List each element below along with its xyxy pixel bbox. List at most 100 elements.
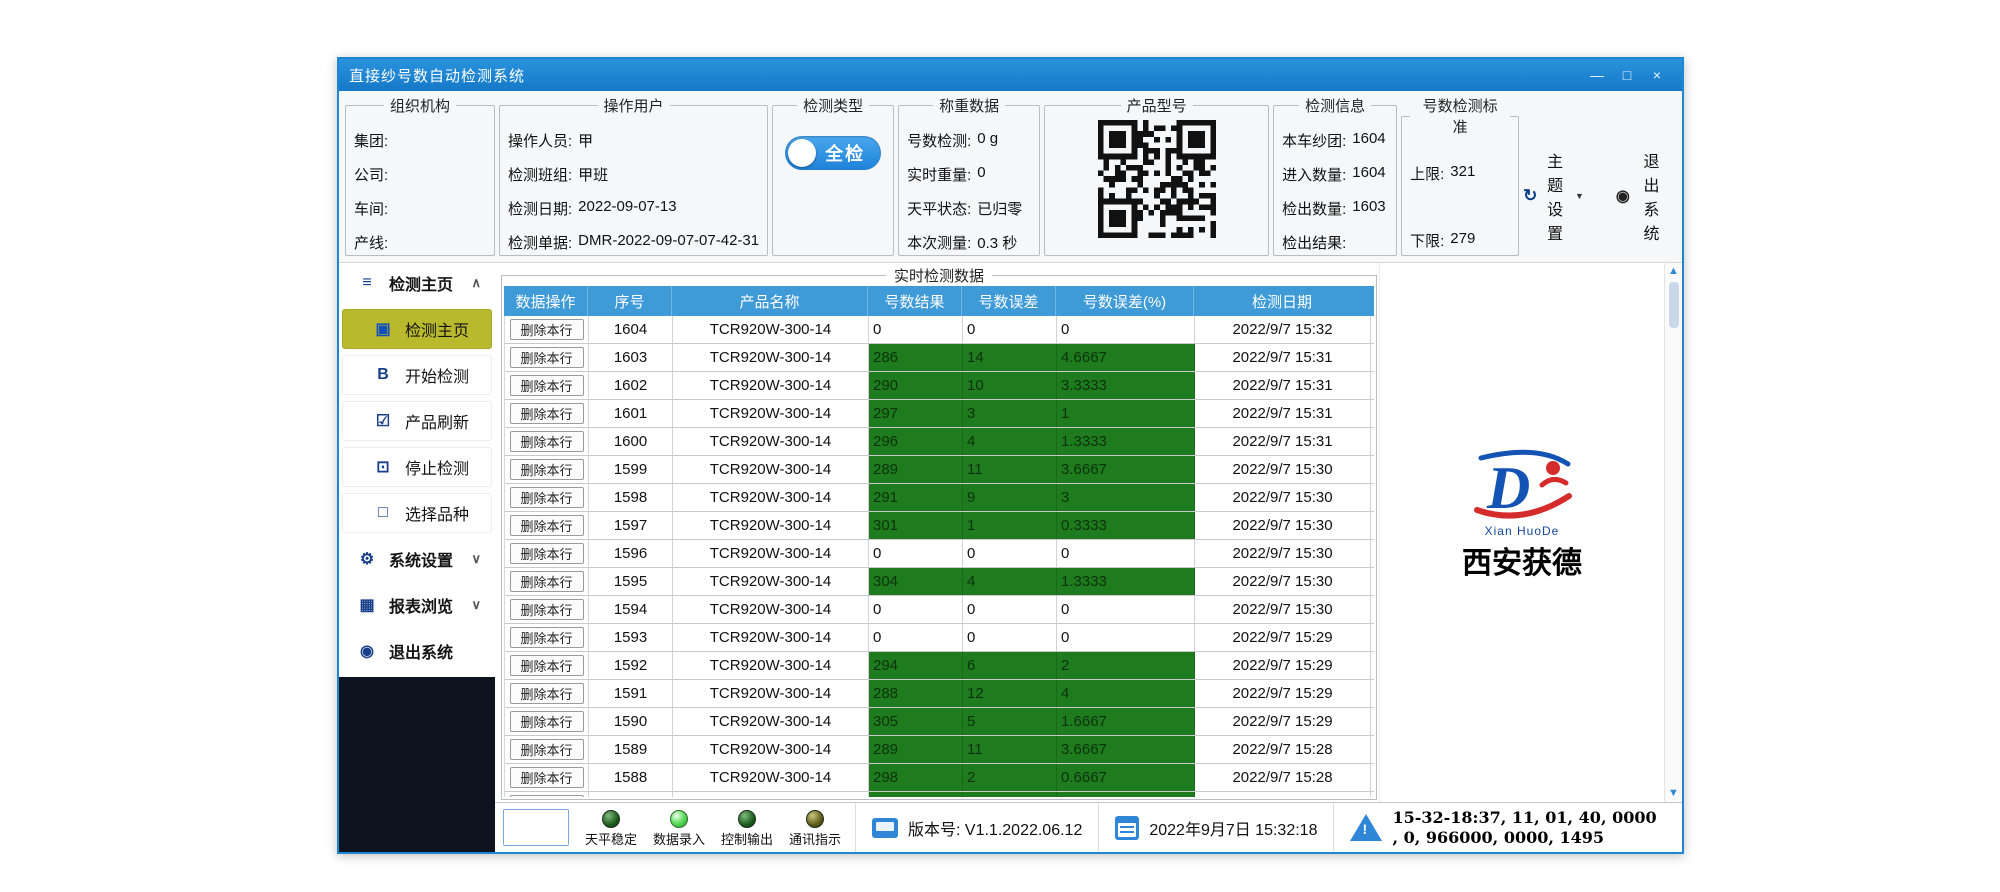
minimize-button[interactable]: — [1582, 67, 1612, 83]
delete-row-button[interactable]: 删除本行 [510, 375, 584, 396]
exit-system-button[interactable]: ◉ 退出系统 [1616, 148, 1666, 244]
cell-date: 2022/9/7 15:30 [1195, 540, 1371, 567]
table-row: 删除本行1596TCR920W-300-140002022/9/7 15:30 [505, 540, 1374, 568]
cell-result [869, 792, 963, 797]
delete-row-button[interactable]: 删除本行 [510, 515, 584, 536]
delete-row-button[interactable]: 删除本行 [510, 655, 584, 676]
field-row: 车间: [354, 198, 486, 219]
delete-row-button[interactable]: 删除本行 [510, 403, 584, 424]
cell-error: 0 [963, 316, 1057, 343]
chevron-up-icon: ∧ [471, 275, 481, 291]
status-input[interactable] [503, 809, 569, 846]
sidebar-item-home[interactable]: ▣检测主页 [342, 309, 492, 349]
cell-name: TCR920W-300-14 [673, 764, 869, 791]
cell-seq: 1589 [589, 736, 673, 763]
version-label: 版本号: [908, 822, 960, 839]
close-button[interactable]: × [1642, 67, 1672, 83]
cell-result: 304 [869, 568, 963, 595]
cell-date: 2022/9/7 15:30 [1195, 568, 1371, 595]
datetime-text: 2022年9月7日 15:32:18 [1149, 816, 1317, 840]
cell-actions: 删除本行 [505, 680, 589, 707]
field-label: 实时重量: [907, 164, 971, 185]
field-label: 号数检测: [907, 130, 971, 151]
cell-actions: 删除本行 [505, 428, 589, 455]
sidebar-item-system-settings[interactable]: ⚙系统设置∨ [342, 539, 492, 579]
delete-row-button[interactable]: 删除本行 [510, 319, 584, 340]
status-message: 15-32-18:37, 11, 01, 40, 0000 , 0, 96600… [1392, 808, 1656, 848]
gear-icon: ⚙ [357, 549, 377, 569]
cell-date: 2022/9/7 15:32 [1195, 316, 1371, 343]
cell-name: TCR920W-300-14 [673, 484, 869, 511]
cell-error: 11 [963, 736, 1057, 763]
delete-row-button[interactable]: 删除本行 [510, 599, 584, 620]
cell-error: 4 [963, 568, 1057, 595]
table-title: 实时检测数据 [886, 265, 992, 286]
delete-row-button[interactable]: 删除本行 [510, 739, 584, 760]
delete-row-button[interactable]: 删除本行 [510, 795, 584, 797]
cell-seq: 1592 [589, 652, 673, 679]
cell-error: 4 [963, 428, 1057, 455]
delete-row-button[interactable]: 删除本行 [510, 767, 584, 788]
sidebar-item-exit-system[interactable]: ◉退出系统 [342, 631, 492, 671]
cell-error-pct: 0 [1057, 540, 1195, 567]
cell-actions: 删除本行 [505, 456, 589, 483]
field-row: 公司: [354, 164, 486, 185]
theme-settings-button[interactable]: ↻ 主题设置 ▼ [1523, 148, 1584, 244]
delete-row-button[interactable]: 删除本行 [510, 683, 584, 704]
delete-row-button[interactable]: 删除本行 [510, 627, 584, 648]
led-indicators: 天平稳定数据录入控制输出通讯指示 [579, 803, 855, 852]
field-label: 车间: [354, 198, 388, 219]
sidebar-item-label: 选择品种 [405, 501, 469, 525]
weighing-box-title: 称重数据 [933, 95, 1005, 116]
delete-row-button[interactable]: 删除本行 [510, 543, 584, 564]
operator-box-title: 操作用户 [598, 95, 670, 116]
cell-date: 2022/9/7 15:30 [1195, 596, 1371, 623]
cell-date: 2022/9/7 15:29 [1195, 680, 1371, 707]
field-value: 甲班 [578, 164, 608, 185]
table-row: 删除本行1589TCR920W-300-14289113.66672022/9/… [505, 736, 1374, 764]
sidebar-item-start-detection[interactable]: B开始检测 [342, 355, 492, 395]
cell-result: 0 [869, 624, 963, 651]
cell-error-pct: 1 [1057, 400, 1195, 427]
cell-result: 289 [869, 736, 963, 763]
field-value: 0.3 秒 [977, 232, 1017, 253]
full-check-toggle[interactable]: 全检 [785, 136, 881, 170]
cell-seq: 1596 [589, 540, 673, 567]
delete-row-button[interactable]: 删除本行 [510, 571, 584, 592]
cell-actions: 删除本行 [505, 400, 589, 427]
cell-date: 2022/9/7 15:31 [1195, 428, 1371, 455]
cell-actions: 删除本行 [505, 708, 589, 735]
cell-name: TCR920W-300-14 [673, 568, 869, 595]
delete-row-button[interactable]: 删除本行 [510, 347, 584, 368]
menu-icon: ≡ [357, 274, 377, 292]
sidebar-item-home-group[interactable]: ≡检测主页∧ [342, 263, 492, 303]
sidebar-item-stop-detection[interactable]: ⊡停止检测 [342, 447, 492, 487]
scroll-thumb[interactable] [1669, 282, 1679, 328]
cell-actions: 删除本行 [505, 596, 589, 623]
sidebar-item-product-refresh[interactable]: ☑产品刷新 [342, 401, 492, 441]
cell-name: TCR920W-300-14 [673, 652, 869, 679]
cell-seq: 1597 [589, 512, 673, 539]
cell-error: 11 [963, 456, 1057, 483]
cell-name: TCR920W-300-14 [673, 512, 869, 539]
delete-row-button[interactable]: 删除本行 [510, 431, 584, 452]
led-control-output: 控制输出 [717, 810, 777, 848]
scroll-down-icon[interactable]: ▼ [1668, 788, 1679, 799]
maximize-button[interactable]: □ [1612, 67, 1642, 83]
sidebar-item-select-variety[interactable]: □选择品种 [342, 493, 492, 533]
sidebar-item-report-browse[interactable]: ▦报表浏览∨ [342, 585, 492, 625]
cell-result: 294 [869, 652, 963, 679]
delete-row-button[interactable]: 删除本行 [510, 711, 584, 732]
cell-seq: 1590 [589, 708, 673, 735]
cell-error-pct: 1.3333 [1057, 568, 1195, 595]
vertical-scrollbar[interactable]: ▲ ▼ [1664, 263, 1682, 802]
cell-error: 12 [963, 680, 1057, 707]
delete-row-button[interactable]: 删除本行 [510, 459, 584, 480]
cell-error: 10 [963, 372, 1057, 399]
scroll-up-icon[interactable]: ▲ [1668, 266, 1679, 277]
field-value: DMR-2022-09-07-07-42-31 [578, 232, 759, 253]
cell-error: 3 [963, 400, 1057, 427]
delete-row-button[interactable]: 删除本行 [510, 487, 584, 508]
field-value: 已归零 [977, 198, 1022, 219]
main-area: ≡检测主页∧ ▣检测主页 B开始检测 ☑产品刷新 ⊡停止检测 □选择品种 ⚙系统设置∨ ▦报表… [339, 263, 1682, 852]
